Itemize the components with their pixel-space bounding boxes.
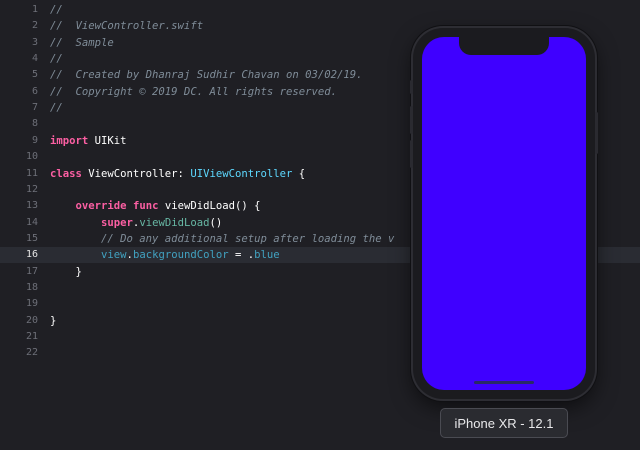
code-token: } (50, 314, 57, 327)
power-button (595, 112, 598, 154)
device-label: iPhone XR - 12.1 (440, 408, 568, 438)
simulator-screen[interactable] (422, 37, 586, 390)
code-token: // Sample (50, 36, 114, 49)
code-token: import (50, 134, 89, 147)
code-token: = . (228, 249, 255, 262)
volume-down-button (410, 140, 413, 168)
code-token: // (50, 4, 63, 16)
code-token: blue (254, 249, 280, 262)
line-number: 15 (25, 232, 38, 244)
line-number: 9 (31, 134, 38, 146)
code-token: () (209, 216, 223, 229)
line-number: 14 (25, 216, 38, 228)
line-number: 5 (31, 69, 38, 81)
code-token: // Do any additional setup after loading… (50, 232, 395, 245)
code-token: override (50, 200, 127, 213)
code-line: // Do any additional setup after loading… (50, 231, 394, 247)
code-token: } (50, 265, 82, 278)
code-line: } (50, 313, 56, 329)
code-token: view (101, 249, 127, 262)
code-token: viewDidLoad (139, 216, 210, 229)
code-line: // Sample (50, 35, 114, 51)
code-token: // Copyright © 2019 DC. All rights reser… (50, 85, 338, 98)
code-line: // Created by Dhanraj Sudhir Chavan on 0… (50, 67, 363, 83)
line-number: 12 (25, 183, 38, 195)
line-number: 8 (31, 118, 38, 130)
line-number: 6 (31, 85, 38, 97)
code-line: // (50, 2, 63, 18)
line-number: 3 (31, 36, 38, 48)
code-token: UIKit (88, 134, 127, 147)
code-line: override func viewDidLoad() { (50, 198, 261, 214)
line-number: 4 (31, 53, 38, 65)
line-number: 2 (31, 20, 38, 32)
code-token: class (50, 167, 82, 180)
code-token: { (292, 167, 306, 180)
line-number: 10 (25, 151, 38, 163)
home-indicator[interactable] (474, 381, 534, 384)
code-token: UIViewController (190, 167, 293, 180)
line-number: 20 (25, 314, 38, 326)
code-token: func (132, 200, 159, 213)
code-line: import UIKit (50, 133, 127, 149)
line-number: 22 (25, 347, 38, 359)
code-token: // (50, 102, 63, 115)
simulator-window[interactable] (410, 28, 598, 399)
line-number: 21 (25, 331, 38, 342)
line-number: 19 (25, 298, 38, 310)
line-number: 16 (25, 249, 38, 261)
code-line: } (50, 264, 82, 280)
code-token: // ViewController.swift (50, 20, 204, 33)
code-token: // (50, 53, 63, 66)
notch (459, 37, 549, 55)
code-line: // (50, 51, 63, 67)
code-line: view.backgroundColor = .blue (50, 247, 280, 263)
line-number: 1 (31, 4, 38, 15)
code-line: super.viewDidLoad() (50, 215, 222, 231)
volume-up-button (410, 106, 413, 134)
code-line: // ViewController.swift (50, 18, 203, 34)
line-number: 17 (25, 265, 38, 277)
line-number: 18 (25, 281, 38, 293)
code-token: super (50, 216, 133, 229)
silent-switch (410, 80, 413, 94)
code-token: viewDidLoad() { (158, 200, 261, 213)
code-line: class ViewController: UIViewController { (50, 166, 305, 182)
code-line: // (50, 100, 63, 116)
line-number: 13 (25, 200, 38, 212)
code-token: backgroundColor (132, 249, 229, 262)
line-number: 11 (25, 167, 38, 179)
code-line: // Copyright © 2019 DC. All rights reser… (50, 84, 337, 100)
code-token: ViewController: (81, 167, 191, 180)
line-number: 7 (31, 102, 38, 114)
code-token: // Created by Dhanraj Sudhir Chavan on 0… (50, 69, 363, 82)
